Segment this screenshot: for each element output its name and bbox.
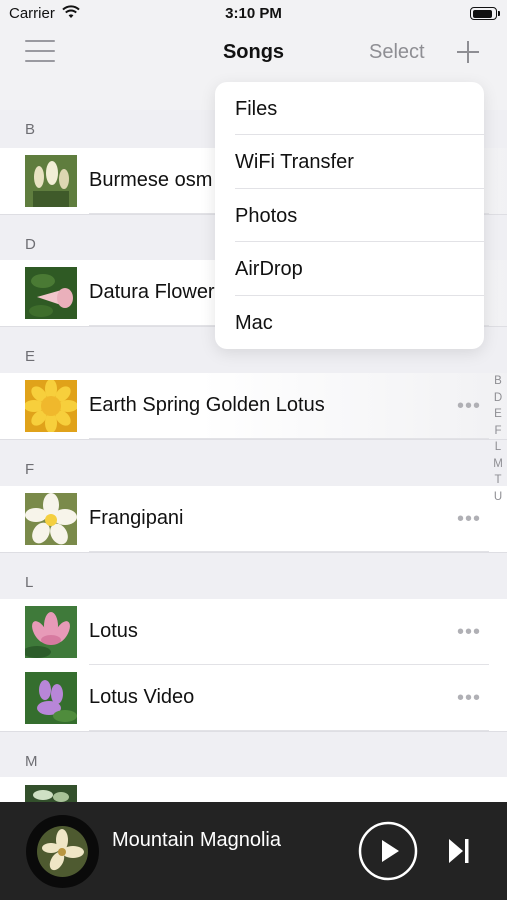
song-artwork (25, 785, 77, 802)
alphabet-index[interactable]: BDEFLMTU (490, 373, 506, 505)
menu-item-mac[interactable]: Mac (215, 296, 484, 349)
menu-item-wifi-transfer[interactable]: WiFi Transfer (215, 135, 484, 189)
menu-item-airdrop[interactable]: AirDrop (215, 242, 484, 296)
more-options-button[interactable]: ••• (457, 621, 481, 644)
song-row[interactable] (0, 777, 507, 802)
song-artwork (25, 493, 77, 545)
menu-item-label: Photos (235, 204, 298, 227)
song-title: Datura Flower (89, 281, 215, 303)
song-row[interactable]: Lotus ••• (0, 599, 507, 665)
section-header-label: B (25, 121, 36, 138)
more-options-button[interactable]: ••• (457, 395, 481, 418)
song-artwork (25, 155, 77, 207)
select-button[interactable]: Select (369, 41, 425, 64)
index-letter-u[interactable]: U (490, 489, 506, 506)
page-title: Songs (222, 41, 285, 63)
song-artwork (25, 267, 77, 319)
index-letter-t[interactable]: T (490, 472, 506, 489)
song-title: Earth Spring Golden Lotus (89, 394, 325, 416)
section-header-m: M (0, 731, 507, 777)
section-header-l: L (0, 552, 507, 599)
song-artwork (25, 672, 77, 724)
index-letter-e[interactable]: E (490, 406, 506, 423)
song-title: Lotus Video (89, 686, 195, 708)
song-row[interactable]: Lotus Video ••• (0, 665, 507, 731)
menu-item-photos[interactable]: Photos (215, 189, 484, 243)
index-letter-b[interactable]: B (490, 373, 506, 390)
song-title: Lotus (89, 620, 138, 642)
battery-icon (470, 7, 500, 20)
menu-item-label: Files (235, 98, 278, 120)
more-options-button[interactable]: ••• (457, 508, 481, 531)
song-title: Frangipani (89, 507, 184, 529)
mini-player[interactable]: Mountain Magnolia (0, 802, 507, 900)
index-letter-l[interactable]: L (490, 439, 506, 456)
section-header-label: E (25, 348, 36, 365)
now-playing-title: Mountain Magnolia (112, 829, 281, 851)
section-header-label: L (25, 574, 34, 591)
song-row[interactable]: Frangipani ••• (0, 486, 507, 552)
section-header-label: M (25, 753, 38, 770)
section-header-f: F (0, 439, 507, 486)
index-letter-f[interactable]: F (490, 423, 506, 440)
skip-next-icon[interactable] (448, 838, 470, 864)
clock: 3:10 PM (225, 5, 282, 22)
play-icon[interactable] (358, 821, 418, 881)
section-header-label: F (25, 461, 35, 478)
plus-icon[interactable] (456, 40, 480, 64)
index-letter-d[interactable]: D (490, 390, 506, 407)
menu-item-label: AirDrop (235, 258, 303, 281)
song-artwork (25, 606, 77, 658)
song-title: Burmese osm (89, 169, 213, 191)
status-bar: Carrier 3:10 PM (0, 0, 507, 28)
song-row[interactable]: Earth Spring Golden Lotus ••• (0, 373, 507, 439)
add-menu-dropdown: Files WiFi Transfer Photos AirDrop Mac (215, 82, 484, 349)
index-letter-m[interactable]: M (490, 456, 506, 473)
more-options-button[interactable]: ••• (457, 687, 481, 710)
menu-item-label: Mac (235, 311, 273, 334)
now-playing-artwork[interactable] (26, 815, 99, 888)
menu-item-files[interactable]: Files (215, 82, 484, 136)
song-artwork (25, 380, 77, 432)
menu-item-label: WiFi Transfer (235, 151, 354, 174)
section-header-label: D (25, 236, 36, 253)
